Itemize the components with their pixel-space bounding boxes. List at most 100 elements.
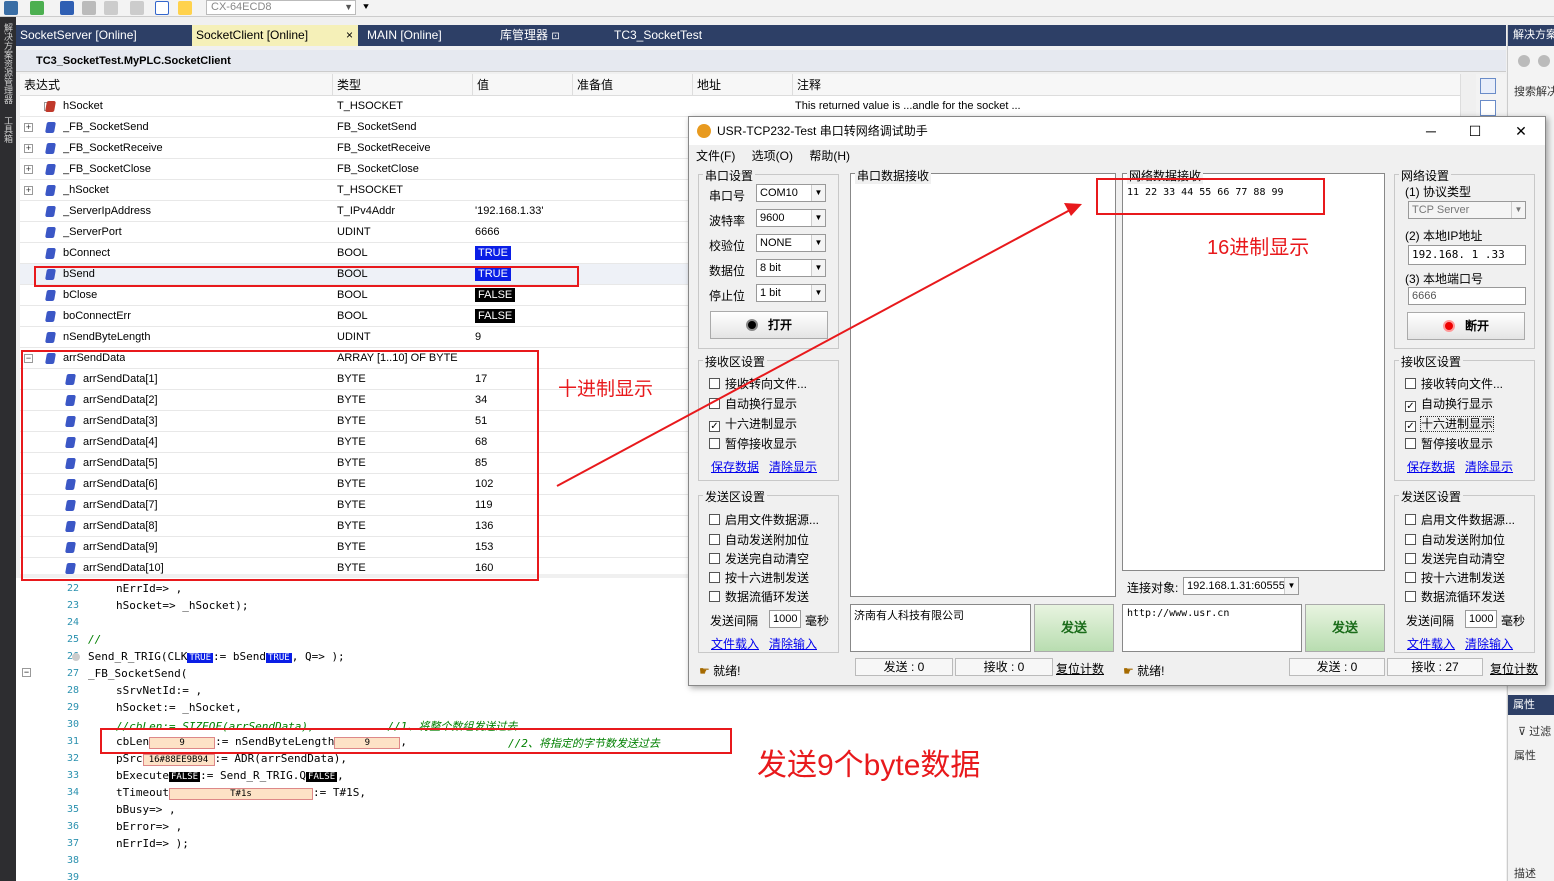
filter-button[interactable]: ⊽ 过滤	[1518, 723, 1551, 739]
close-icon[interactable]: ✕	[1499, 117, 1543, 145]
col-address[interactable]: 地址	[693, 74, 793, 96]
right-reset-count[interactable]: 复位计数	[1490, 660, 1538, 677]
stopbits-select[interactable]: 1 bit ▼	[756, 284, 826, 302]
disconnect-button[interactable]: 断开	[1407, 312, 1525, 340]
inline-value-false: FALSE	[168, 772, 201, 782]
right-send-append[interactable]: 自动发送附加位	[1405, 531, 1505, 548]
serial-receive-pane[interactable]: 串口数据接收	[850, 167, 1116, 597]
expand-icon[interactable]: +	[24, 144, 33, 153]
tab-tc3-sockettest[interactable]: TC3_SocketTest	[610, 25, 706, 46]
scan-icon[interactable]	[155, 1, 169, 15]
right-file-load-link[interactable]: 文件载入	[1407, 635, 1455, 652]
solution-search[interactable]: 搜索解决	[1514, 83, 1554, 99]
right-status: ☛ 就绪!	[1123, 662, 1164, 679]
variable-icon	[45, 164, 56, 175]
left-recv-pause[interactable]: 暂停接收显示	[709, 435, 797, 452]
tab-socket-server[interactable]: SocketServer [Online]	[16, 25, 141, 46]
right-recv-autowrap[interactable]: ✓ 自动换行显示	[1405, 395, 1493, 412]
tab-library-manager[interactable]: 库管理器 ⊡	[496, 25, 564, 46]
left-send-file-source[interactable]: 启用文件数据源...	[709, 511, 819, 528]
activate-config-icon[interactable]	[30, 1, 44, 15]
tab-main[interactable]: MAIN [Online]	[363, 25, 446, 46]
grid-icon[interactable]	[1480, 100, 1496, 116]
menu-help[interactable]: 帮助(H)	[809, 149, 850, 163]
close-icon[interactable]: ×	[346, 25, 353, 46]
tool-icon[interactable]	[104, 1, 118, 15]
right-send-loop[interactable]: 数据流循环发送	[1405, 588, 1505, 605]
parity-select[interactable]: NONE ▼	[756, 234, 826, 252]
view-icon[interactable]	[1480, 78, 1496, 94]
menu-options[interactable]: 选项(O)	[752, 149, 793, 163]
serial-send-input[interactable]: 济南有人科技有限公司	[850, 604, 1031, 652]
right-interval-input[interactable]: 1000	[1465, 610, 1497, 628]
right-recv-hex[interactable]: ✓ 十六进制显示	[1405, 415, 1495, 432]
right-send-autoclear[interactable]: 发送完自动清空	[1405, 550, 1505, 567]
left-clear-input-link[interactable]: 清除输入	[769, 635, 817, 652]
left-send-hex[interactable]: 按十六进制发送	[709, 569, 809, 586]
right-recv-to-file[interactable]: 接收转向文件...	[1405, 375, 1503, 392]
left-save-data-link[interactable]: 保存数据	[711, 458, 759, 475]
left-reset-count[interactable]: 复位计数	[1056, 660, 1104, 677]
expand-icon[interactable]: +	[24, 186, 33, 195]
right-recv-pause[interactable]: 暂停接收显示	[1405, 435, 1493, 452]
tab-socket-client[interactable]: SocketClient [Online] ×	[192, 25, 358, 46]
local-port-input[interactable]: 6666	[1408, 287, 1526, 305]
left-recv-autowrap[interactable]: 自动换行显示	[709, 395, 797, 412]
col-type[interactable]: 类型	[333, 74, 473, 96]
back-icon[interactable]	[1518, 55, 1530, 67]
watch-value: 6666	[475, 226, 500, 238]
config-icon[interactable]	[178, 1, 192, 15]
databits-select[interactable]: 8 bit ▼	[756, 259, 826, 277]
breakpoint-marker[interactable]	[72, 653, 80, 661]
solution-explorer-tab[interactable]: 解决方案资源管理器	[0, 17, 17, 110]
checkbox	[1405, 553, 1416, 564]
local-ip-input[interactable]: 192.168. 1 .33	[1408, 245, 1526, 265]
watch-row[interactable]: +hSocketT_HSOCKETThis returned value is …	[20, 96, 1476, 117]
right-send-hex[interactable]: 按十六进制发送	[1405, 569, 1505, 586]
left-interval-input[interactable]: 1000	[769, 610, 801, 628]
solution-icon[interactable]	[4, 1, 18, 15]
left-file-load-link[interactable]: 文件载入	[711, 635, 759, 652]
port-select[interactable]: COM10 ▼	[756, 184, 826, 202]
left-send-append[interactable]: 自动发送附加位	[709, 531, 809, 548]
serial-send-button[interactable]: 发送	[1034, 604, 1114, 652]
col-prepared-value[interactable]: 准备值	[573, 74, 693, 96]
expand-icon[interactable]: +	[24, 123, 33, 132]
inline-value-true: TRUE	[266, 653, 292, 663]
col-value[interactable]: 值	[473, 74, 573, 96]
left-send-loop[interactable]: 数据流循环发送	[709, 588, 809, 605]
pin-icon[interactable]: ⊡	[551, 31, 559, 42]
expand-icon[interactable]: +	[24, 165, 33, 174]
settings-icon[interactable]	[130, 1, 144, 15]
forward-icon[interactable]	[1538, 55, 1550, 67]
connect-target-select[interactable]: 192.168.1.31:60555 ▼	[1183, 577, 1299, 595]
toolbox-tab[interactable]: 工具箱	[0, 110, 17, 149]
toolbar-overflow-icon[interactable]: ⯆	[362, 2, 370, 13]
left-clear-display-link[interactable]: 清除显示	[769, 458, 817, 475]
baud-select[interactable]: 9600 ▼	[756, 209, 826, 227]
right-save-data-link[interactable]: 保存数据	[1407, 458, 1455, 475]
serial-receive-title: 串口数据接收	[855, 167, 932, 184]
network-send-input[interactable]: http://www.usr.cn	[1122, 604, 1302, 652]
right-clear-display-link[interactable]: 清除显示	[1465, 458, 1513, 475]
minimize-icon[interactable]: ─	[1409, 117, 1453, 145]
refresh-icon[interactable]	[82, 1, 96, 15]
login-icon[interactable]	[60, 1, 74, 15]
code-line-23: hSocket=> _hSocket);	[116, 599, 249, 612]
left-recv-to-file[interactable]: 接收转向文件...	[709, 375, 807, 392]
target-system-select[interactable]: CX-64ECD8 ▼	[206, 0, 356, 15]
left-recv-hex[interactable]: ✓ 十六进制显示	[709, 415, 797, 432]
col-expression[interactable]: 表达式	[20, 74, 333, 96]
protocol-select[interactable]: TCP Server ▼	[1408, 201, 1526, 219]
col-comment[interactable]: 注释	[793, 74, 1476, 96]
right-send-file-source[interactable]: 启用文件数据源...	[1405, 511, 1515, 528]
network-send-button[interactable]: 发送	[1305, 604, 1385, 652]
right-interval-label: 发送间隔	[1406, 614, 1455, 628]
menu-file[interactable]: 文件(F)	[696, 149, 735, 163]
serial-open-button[interactable]: 打开	[710, 311, 828, 339]
right-clear-input-link[interactable]: 清除输入	[1465, 635, 1513, 652]
maximize-icon[interactable]: ☐	[1453, 117, 1497, 145]
watch-type: FB_SocketClose	[337, 163, 419, 175]
left-send-autoclear[interactable]: 发送完自动清空	[709, 550, 809, 567]
collapse-icon[interactable]: −	[22, 668, 31, 677]
